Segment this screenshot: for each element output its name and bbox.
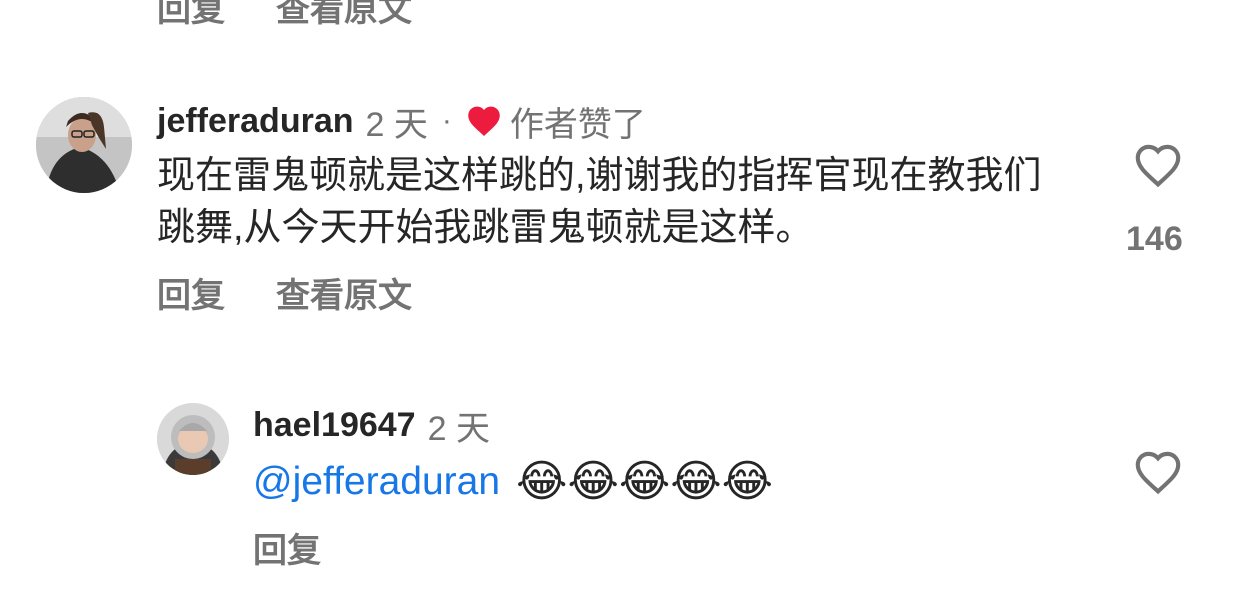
comment-text: 现在雷鬼顿就是这样跳的,谢谢我的指挥官现在教我们跳舞,从今天开始我跳雷鬼顿就是这…	[157, 155, 1042, 249]
timestamp: 2 天	[365, 105, 428, 144]
comment-actions: 回复	[253, 527, 321, 575]
timestamp: 2 天	[427, 409, 490, 448]
reply-button[interactable]: 回复	[157, 0, 225, 34]
username[interactable]: jefferaduran	[157, 102, 354, 141]
avatar-image	[157, 403, 229, 475]
heart-outline-icon[interactable]	[1133, 142, 1183, 188]
comment-actions: 回复 查看原文	[157, 272, 412, 320]
reply-button[interactable]: 回复	[157, 272, 225, 320]
comments-page: 回复 查看原文 jefferaduran 2 天 · 作者赞了 现在雷鬼顿就是这…	[0, 0, 1242, 603]
comment-meta: hael19647 2 天	[253, 402, 490, 448]
separator-dot: ·	[441, 104, 452, 137]
view-original-button[interactable]: 查看原文	[276, 272, 412, 320]
username[interactable]: hael19647	[253, 406, 416, 445]
avatar-image	[36, 97, 132, 193]
heart-outline-icon[interactable]	[1133, 449, 1183, 495]
laughing-emojis: 😂😂😂😂😂	[516, 457, 774, 506]
avatar[interactable]	[157, 403, 229, 475]
mention-link[interactable]: @jefferaduran	[253, 460, 500, 504]
avatar[interactable]	[36, 97, 132, 193]
comment-meta: jefferaduran 2 天 · 作者赞了	[157, 98, 646, 144]
reply-button[interactable]: 回复	[253, 527, 321, 575]
comment-text: @jefferaduran 😂😂😂😂😂	[253, 456, 783, 508]
author-liked-label: 作者赞了	[509, 105, 646, 144]
view-original-button[interactable]: 查看原文	[276, 0, 412, 34]
author-liked-heart-icon	[468, 106, 500, 136]
previous-comment-actions: 回复 查看原文	[157, 0, 412, 34]
like-count: 146	[1126, 220, 1183, 258]
